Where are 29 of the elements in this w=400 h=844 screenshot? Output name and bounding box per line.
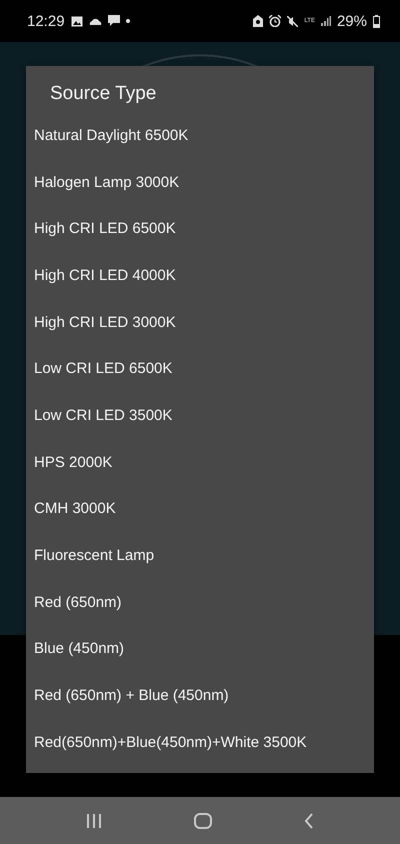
mute-icon (287, 16, 298, 26)
lock-icon (253, 15, 264, 27)
option-item[interactable]: Natural Daylight 6500K (26, 112, 374, 159)
chat-icon (108, 15, 120, 27)
option-item[interactable]: Fluorescent Lamp (26, 532, 374, 579)
option-item[interactable]: Red(650nm)+Blue(450nm)+White 3500K (26, 718, 374, 766)
option-item[interactable]: Red (650nm) (26, 578, 374, 626)
option-item[interactable]: High CRI LED 6500K (26, 205, 374, 252)
option-item[interactable]: Low CRI LED 6500K (26, 345, 374, 392)
battery-percent: 29% (336, 12, 367, 30)
cloud-icon (88, 17, 102, 25)
home-icon[interactable] (194, 812, 212, 828)
option-item[interactable]: High CRI LED 3000K (26, 298, 374, 346)
alarm-icon (269, 15, 282, 27)
option-item[interactable]: CMH 3000K (26, 486, 374, 532)
clock-time: 12:29 (27, 12, 65, 30)
option-item[interactable]: HPS 2000K (26, 438, 374, 486)
dialog-title: Source Type (49, 82, 158, 106)
back-icon[interactable] (304, 812, 314, 828)
option-item[interactable]: Low CRI LED 3500K (26, 392, 374, 439)
battery-icon (373, 14, 380, 28)
option-item[interactable]: Red (650nm) + Blue (450nm) (26, 672, 374, 719)
recent-apps-icon[interactable] (86, 812, 102, 828)
option-item[interactable]: High CRI LED 4000K (26, 252, 374, 299)
signal-icon (320, 16, 331, 26)
option-item[interactable]: Halogen Lamp 3000K (26, 158, 374, 206)
dot-icon (126, 19, 130, 23)
image-icon (70, 16, 83, 26)
option-item[interactable]: Blue (450nm) (26, 626, 374, 672)
